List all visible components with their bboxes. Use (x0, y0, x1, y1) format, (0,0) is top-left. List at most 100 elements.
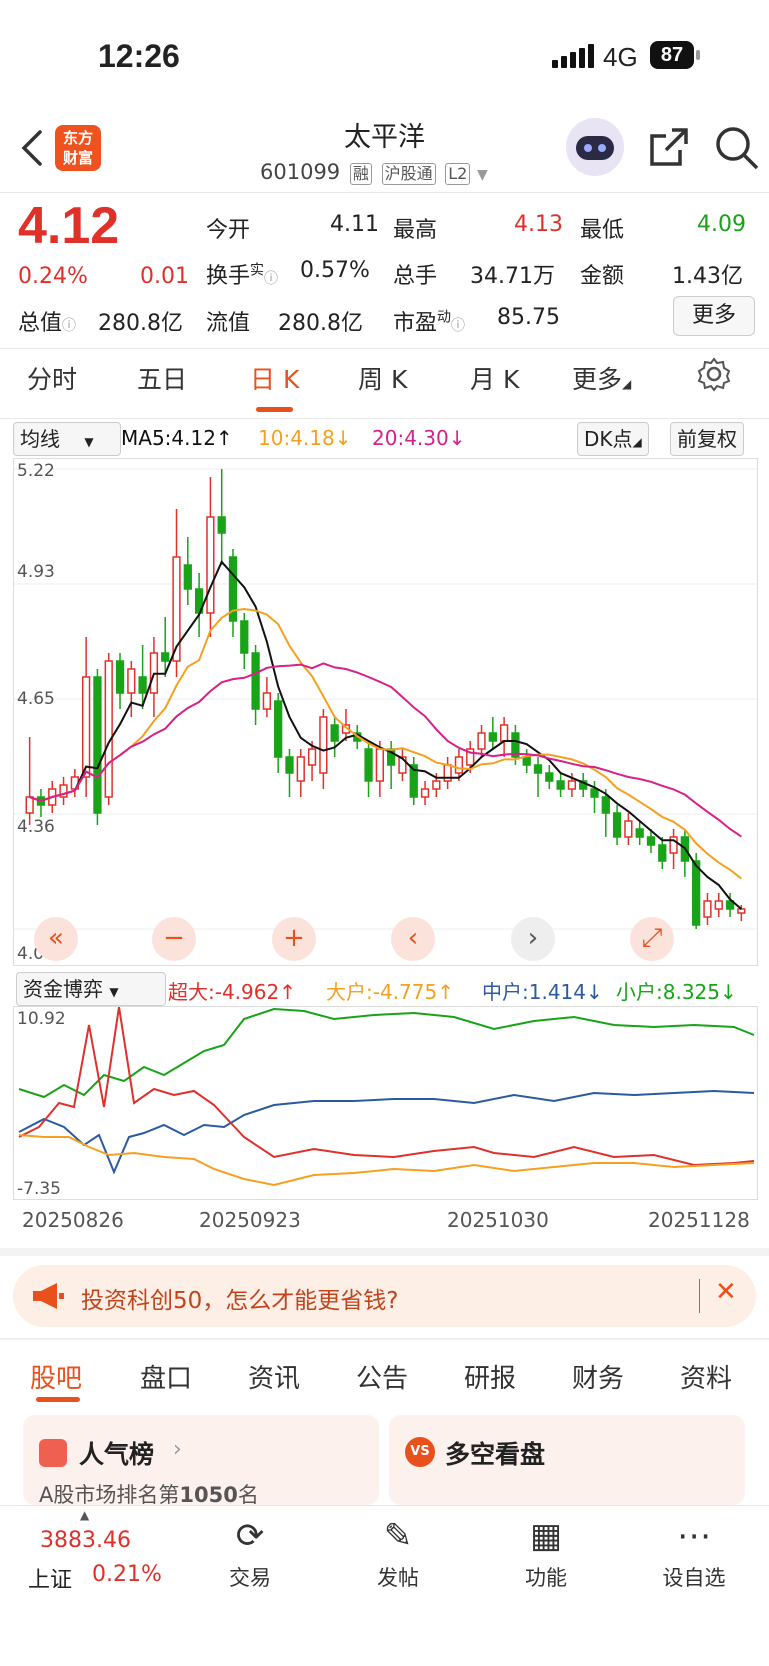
status-bar: 12:26 4G 87 (0, 0, 769, 110)
nav-watchlist-label: 设自选 (662, 1566, 726, 1590)
candle-body (262, 692, 272, 710)
tab-profile[interactable]: 资料 (680, 1358, 732, 1395)
float-value: 280.8亿 (278, 311, 363, 336)
candle-body (296, 756, 305, 782)
vs-icon: VS (405, 1437, 435, 1467)
candle-body (161, 652, 170, 662)
nav-post[interactable]: ✎ 发帖 (338, 1510, 458, 1592)
tab-news[interactable]: 资讯 (248, 1358, 300, 1395)
nav-post-label: 发帖 (377, 1566, 419, 1590)
volume-value: 34.71万 (470, 264, 555, 289)
signal-icon (552, 44, 597, 68)
tab-more[interactable]: 更多◢ (572, 360, 631, 396)
popularity-sub-text: A股市场排名第 (39, 1483, 180, 1507)
tab-daily-k[interactable]: 日 K (250, 360, 299, 412)
info-icon[interactable]: ⓘ (62, 318, 76, 334)
kline-chart[interactable]: 5.22 4.93 4.65 4.36 4.07 (13, 458, 758, 966)
kline-svg (14, 468, 757, 930)
low-value: 4.09 (697, 212, 746, 237)
popularity-card[interactable]: 人气榜 › A股市场排名第1050名 (23, 1415, 379, 1507)
nav-watchlist[interactable]: ⋯ 设自选 (634, 1510, 754, 1592)
robot-avatar-icon[interactable] (566, 118, 624, 176)
zoom-out-icon[interactable]: − (152, 917, 196, 961)
candle-body (737, 908, 746, 914)
tab-intraday[interactable]: 分时 (27, 360, 77, 396)
zoom-in-icon[interactable]: + (272, 917, 316, 961)
adjust-button[interactable]: 前复权 (670, 422, 744, 456)
bull-bear-card[interactable]: VS 多空看盘 (389, 1415, 745, 1505)
rewind-icon[interactable]: « (34, 917, 78, 961)
candle-body (81, 676, 91, 778)
candle-body (274, 700, 283, 758)
high-value: 4.13 (514, 212, 563, 237)
candle-body (240, 620, 249, 654)
megaphone-icon (31, 1281, 65, 1315)
fund-select[interactable]: 资金博弈 ▼ (16, 972, 166, 1006)
open-value: 4.11 (330, 212, 379, 237)
nav-functions[interactable]: ▦ 功能 (486, 1510, 606, 1592)
info-icon[interactable]: ⓘ (451, 318, 465, 334)
ma20-label: 20:4.30↓ (372, 426, 466, 450)
close-icon[interactable]: ✕ (715, 1277, 737, 1307)
notice-banner[interactable]: 投资科创50，怎么才能更省钱? ✕ (13, 1265, 756, 1327)
candle-body (556, 780, 565, 790)
nav-trade[interactable]: ⟳ 交易 (190, 1510, 310, 1592)
search-icon[interactable] (713, 124, 761, 176)
dk-button[interactable]: DK点◢ (577, 422, 649, 456)
indicator-select[interactable]: 均线 ▼ (13, 422, 121, 456)
date-label-3: 20251030 (447, 1208, 549, 1232)
candle-body (488, 732, 497, 742)
tab-weekly-k[interactable]: 周 K (358, 360, 407, 396)
turnover-text: 换手 (206, 264, 251, 289)
fullscreen-icon[interactable]: ⤢ (630, 917, 674, 961)
index-name[interactable]: 上证 (28, 1562, 72, 1594)
divider (0, 192, 769, 193)
candle-body (115, 660, 125, 694)
stock-code-row[interactable]: 601099 融 沪股通 L2 ▼ (260, 160, 488, 185)
index-change[interactable]: 0.21% (92, 1562, 162, 1587)
tab-announcements[interactable]: 公告 (356, 1358, 408, 1395)
y-label-4: 4.36 (17, 817, 55, 837)
ma10-label: 10:4.18↓ (258, 426, 352, 450)
candle-body (635, 828, 644, 838)
candle-body (104, 660, 113, 798)
divider (0, 348, 769, 349)
bull-bear-title: 多空看盘 (445, 1440, 546, 1469)
tab-finance[interactable]: 财务 (572, 1358, 624, 1395)
candle-body (330, 724, 339, 742)
divider (0, 418, 769, 419)
tab-five-day[interactable]: 五日 (137, 360, 187, 396)
share-icon[interactable] (646, 124, 692, 174)
y-label-3: 4.65 (17, 689, 55, 709)
candle-body (624, 820, 633, 838)
info-icon[interactable]: ⓘ (264, 271, 278, 287)
tab-monthly-k[interactable]: 月 K (470, 360, 519, 396)
float-label: 流值 (206, 311, 251, 336)
fund-super-label: 超大:-4.962↑ (168, 980, 296, 1004)
candle-body (364, 748, 373, 782)
candle-body (533, 764, 543, 774)
tab-orderbook[interactable]: 盘口 (140, 1358, 192, 1395)
turnover-value: 0.57% (300, 258, 370, 283)
fund-select-label: 资金博弈 (23, 977, 103, 1001)
fund-chart[interactable]: 10.92 -7.35 (13, 1006, 758, 1200)
more-button[interactable]: 更多 (673, 296, 755, 336)
candle-body (454, 756, 464, 774)
fund-svg (18, 1006, 755, 1187)
prev-icon[interactable]: ‹ (391, 917, 435, 961)
candle-body (658, 844, 667, 862)
candle-body (499, 724, 509, 742)
candle-body (432, 780, 441, 790)
tab-forum[interactable]: 股吧 (30, 1358, 82, 1395)
tab-research[interactable]: 研报 (464, 1358, 516, 1395)
mktcap-label: 总值ⓘ (18, 305, 76, 337)
next-icon[interactable]: › (511, 917, 555, 961)
candle-body (307, 748, 317, 766)
notice-text: 投资科创50，怎么才能更省钱? (81, 1288, 399, 1314)
gear-icon[interactable] (696, 356, 732, 396)
open-label: 今开 (206, 218, 251, 243)
change-pct: 0.24% (18, 264, 88, 289)
ranking-icon (39, 1439, 67, 1467)
network-label: 4G (603, 42, 638, 72)
index-value[interactable]: 3883.46 (40, 1528, 131, 1553)
